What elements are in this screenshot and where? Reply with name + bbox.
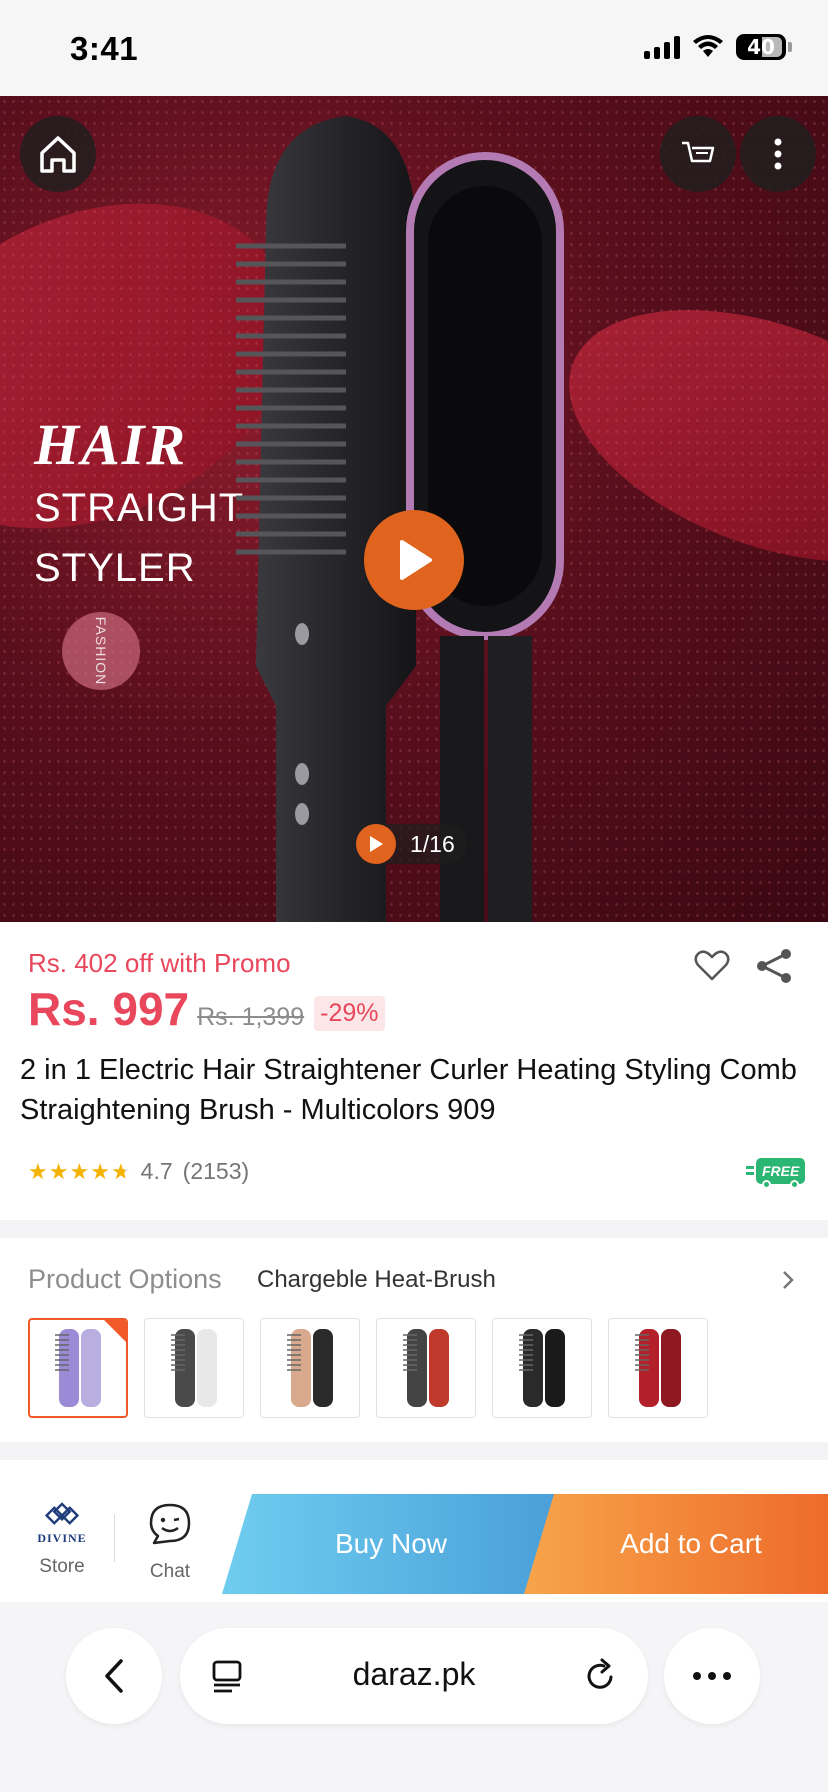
browser-toolbar: daraz.pk <box>0 1602 828 1792</box>
variant-thumb-purple[interactable] <box>28 1318 128 1418</box>
price-row: Rs. 997 Rs. 1,399 -29% <box>28 982 385 1036</box>
rating-value: 4.7 <box>140 1158 173 1184</box>
straightener-thumb-icon <box>635 1329 681 1407</box>
counter-play-icon <box>356 824 396 864</box>
vertical-dots-icon <box>774 138 782 170</box>
variant-thumb-red[interactable] <box>608 1318 708 1418</box>
rating-row[interactable]: ★ ★ ★ ★ ★ 4.7 (2153) <box>28 1158 249 1185</box>
product-image-gallery[interactable]: HAIR STRAIGHT STYLER FASHION 1/16 <box>0 96 828 922</box>
home-button[interactable] <box>20 116 96 192</box>
home-icon <box>40 136 76 173</box>
free-delivery-text: FREE <box>762 1163 800 1179</box>
section-divider <box>0 1442 828 1460</box>
cellular-signal-icon <box>644 35 680 59</box>
product-options-value[interactable]: Chargeble Heat-Brush <box>257 1266 496 1294</box>
store-logo: DIVINE <box>32 1502 92 1546</box>
variant-thumb-black[interactable] <box>492 1318 592 1418</box>
battery-tip <box>788 42 792 52</box>
cart-button[interactable] <box>660 116 736 192</box>
product-options-label: Product Options <box>28 1264 222 1294</box>
chat-label: Chat <box>149 1561 191 1582</box>
store-button[interactable]: DIVINE Store <box>26 1502 98 1578</box>
divine-logo-icon <box>45 1502 79 1525</box>
variant-thumb-multi[interactable] <box>376 1318 476 1418</box>
play-icon <box>400 540 432 580</box>
straightener-thumb-icon <box>171 1329 217 1407</box>
play-video-button[interactable] <box>364 510 464 610</box>
heart-icon <box>694 950 730 981</box>
hero-title: HAIR <box>34 412 188 477</box>
variant-thumb-white[interactable] <box>144 1318 244 1418</box>
star-rating: ★ ★ ★ ★ ★ <box>28 1158 131 1184</box>
hero-subtitle-line2: STYLER <box>34 546 196 590</box>
free-delivery-badge: FREE <box>745 1158 806 1189</box>
product-title: 2 in 1 Electric Hair Straightener Curler… <box>20 1054 797 1126</box>
star-icon: ★ <box>69 1158 90 1184</box>
separator <box>114 1514 115 1562</box>
hero-subtitle-line1: STRAIGHT <box>34 486 245 530</box>
promo-text: Rs. 402 off with Promo <box>28 948 291 978</box>
status-bar: 3:41 40 <box>0 0 828 96</box>
store-brand: DIVINE <box>37 1531 87 1545</box>
battery-level: 40 <box>747 35 775 59</box>
bottom-action-bar: DIVINE Store Chat Buy Now Add to Cart <box>0 1482 828 1602</box>
browser-more-button[interactable] <box>664 1628 760 1724</box>
url-text: daraz.pk <box>352 1656 476 1692</box>
section-divider <box>0 1220 828 1238</box>
half-star-icon: ★ <box>110 1158 131 1184</box>
star-icon: ★ <box>28 1158 48 1184</box>
store-label: Store <box>39 1556 85 1577</box>
image-counter-text: 1/16 <box>410 830 455 857</box>
more-options-button[interactable] <box>740 116 816 192</box>
image-counter: 1/16 <box>356 824 467 864</box>
variant-thumbnails <box>28 1318 708 1418</box>
truck-wheel <box>790 1180 800 1189</box>
straightener-thumb-icon <box>287 1329 333 1407</box>
star-icon: ★ <box>48 1158 69 1184</box>
chat-button[interactable]: Chat <box>130 1502 210 1583</box>
status-icons: 40 <box>644 34 792 60</box>
status-time: 3:41 <box>70 30 139 67</box>
cart-icon <box>682 141 715 163</box>
straightener-thumb-icon <box>55 1329 101 1407</box>
fashion-badge: FASHION <box>62 612 140 690</box>
variant-thumb-rose-gold[interactable] <box>260 1318 360 1418</box>
share-icon <box>757 949 791 983</box>
chevron-right-icon[interactable] <box>778 1266 798 1294</box>
straightener-thumb-icon <box>403 1329 449 1407</box>
share-button[interactable] <box>752 944 796 988</box>
wifi-icon <box>693 35 723 57</box>
star-icon: ★ <box>90 1158 110 1184</box>
add-to-cart-button[interactable]: Add to Cart <box>524 1494 828 1594</box>
wishlist-button[interactable] <box>690 944 734 988</box>
truck-wheel <box>762 1180 771 1189</box>
discount-badge: -29% <box>314 996 385 1031</box>
straightener-thumb-icon <box>519 1329 565 1407</box>
battery-icon: 40 <box>736 34 786 60</box>
horizontal-dots-icon <box>693 1672 731 1680</box>
original-price: Rs. 1,399 <box>197 1003 305 1031</box>
current-price: Rs. 997 <box>28 983 190 1035</box>
reload-icon[interactable] <box>582 1658 618 1694</box>
rating-count: (2153) <box>182 1158 250 1184</box>
buy-now-button[interactable]: Buy Now <box>222 1494 560 1594</box>
chat-icon <box>149 1503 191 1545</box>
browser-back-button[interactable] <box>66 1628 162 1724</box>
address-bar[interactable]: daraz.pk <box>180 1628 648 1724</box>
chevron-left-icon <box>105 1659 123 1693</box>
